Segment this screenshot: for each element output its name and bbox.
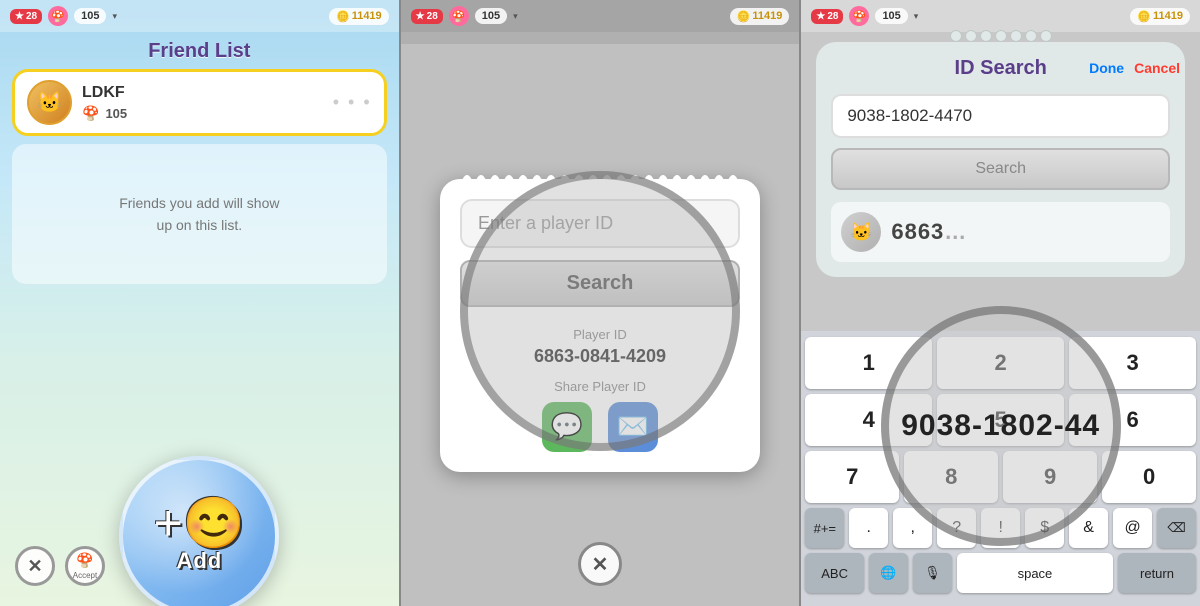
friend-info: LDKF 🍄 105 bbox=[82, 84, 323, 122]
keyboard-row-5: ABC 🌐 🎙 space return bbox=[805, 553, 1196, 593]
id-search-container: ID Search 9038-1802-4470 Search 🐱 6863… bbox=[816, 42, 1185, 277]
key-space[interactable]: space bbox=[957, 553, 1113, 593]
toad-icon-p1: 🍄 bbox=[48, 6, 68, 26]
star-icon-p2: ★ bbox=[416, 11, 425, 22]
top-bar-left-p3: ★ 28 🍄 105 ▾ bbox=[811, 6, 918, 26]
key-symbols[interactable]: #+= bbox=[805, 508, 844, 548]
empty-friends-area: Friends you add will showup on this list… bbox=[12, 144, 387, 284]
key-backspace[interactable]: ⌫ bbox=[1157, 508, 1196, 548]
scallop-dot bbox=[1025, 30, 1037, 42]
id-search-input[interactable]: 9038-1802-4470 bbox=[831, 94, 1170, 138]
coin-icon-p1: 🪙 bbox=[336, 10, 350, 23]
xp-badge-p2: ★ 28 bbox=[411, 9, 443, 24]
add-label: Add bbox=[176, 548, 222, 574]
scallop-dot bbox=[995, 30, 1007, 42]
scallop-dot bbox=[950, 30, 962, 42]
coin-badge-p2: 🪙 11419 bbox=[730, 8, 790, 25]
toad-count-p2: 105 bbox=[475, 8, 507, 24]
close-button-p1[interactable]: ✕ bbox=[15, 546, 55, 586]
top-bar-p2: ★ 28 🍄 105 ▾ 🪙 11419 bbox=[401, 0, 800, 32]
key-globe[interactable]: 🌐 bbox=[869, 553, 908, 593]
scallop-dot bbox=[1010, 30, 1022, 42]
id-search-button[interactable]: Search bbox=[831, 148, 1170, 190]
done-button[interactable]: Done bbox=[1089, 60, 1124, 76]
friend-toad-icon: 🍄 bbox=[82, 105, 99, 122]
scallop-dot bbox=[965, 30, 977, 42]
add-friend-button[interactable]: +😊 Add bbox=[119, 456, 279, 606]
top-bar-left-p1: ★ 28 🍄 105 ▾ bbox=[10, 6, 117, 26]
friend-options-icon[interactable]: • • • bbox=[333, 92, 372, 113]
partial-avatar: 🐱 bbox=[841, 212, 881, 252]
friend-toad-count: 105 bbox=[105, 106, 127, 121]
key-0[interactable]: 0 bbox=[1102, 451, 1196, 503]
cancel-button[interactable]: Cancel bbox=[1134, 60, 1180, 76]
toad-icon-p2: 🍄 bbox=[449, 6, 469, 26]
panel-search-dialog: ★ 28 🍄 105 ▾ 🪙 11419 En bbox=[401, 0, 800, 606]
accept-label: Accept bbox=[73, 571, 97, 580]
empty-friends-text: Friends you add will showup on this list… bbox=[119, 192, 279, 237]
close-x-button-p2[interactable]: ✕ bbox=[578, 542, 622, 586]
id-input-circle: 9038-1802-44 bbox=[881, 306, 1121, 546]
top-bar-left-p2: ★ 28 🍄 105 ▾ bbox=[411, 6, 518, 26]
key-at[interactable]: @ bbox=[1113, 508, 1152, 548]
key-dot[interactable]: . bbox=[849, 508, 888, 548]
friend-card[interactable]: 🐱 LDKF 🍄 105 • • • bbox=[12, 69, 387, 136]
friend-avatar: 🐱 bbox=[27, 80, 72, 125]
scallop-dot bbox=[980, 30, 992, 42]
partial-id-text: 6863… bbox=[891, 219, 967, 245]
accept-icon: 🍄 bbox=[76, 552, 93, 569]
done-cancel-row: Done Cancel bbox=[1089, 60, 1180, 76]
scallop-dot bbox=[1040, 30, 1052, 42]
magnifier-circle bbox=[460, 171, 740, 451]
friend-name: LDKF bbox=[82, 84, 323, 102]
dialog-background: Enter a player ID Search Player ID 6863-… bbox=[401, 44, 800, 606]
panel-id-search: ★ 28 🍄 105 ▾ 🪙 11419 ID Search 90 bbox=[801, 0, 1200, 606]
toad-count-p1: 105 bbox=[74, 8, 106, 24]
friend-stats: 🍄 105 bbox=[82, 105, 323, 122]
key-abc[interactable]: ABC bbox=[805, 553, 864, 593]
xp-badge-p1: ★ 28 bbox=[10, 9, 42, 24]
coin-badge-p1: 🪙 11419 bbox=[329, 8, 389, 25]
top-bar-p1: ★ 28 🍄 105 ▾ 🪙 11419 bbox=[0, 0, 399, 32]
toad-count-p3: 105 bbox=[875, 8, 907, 24]
dropdown-arrow-p2[interactable]: ▾ bbox=[513, 11, 518, 22]
star-icon-p1: ★ bbox=[15, 11, 24, 22]
add-friend-icon: +😊 bbox=[154, 498, 245, 548]
partial-result-row: 🐱 6863… bbox=[831, 202, 1170, 262]
key-mic[interactable]: 🎙 bbox=[913, 553, 952, 593]
toad-icon-p3: 🍄 bbox=[849, 6, 869, 26]
coin-icon-p2: 🪙 bbox=[737, 10, 751, 23]
star-icon-p3: ★ bbox=[816, 11, 825, 22]
xp-badge-p3: ★ 28 bbox=[811, 9, 843, 24]
key-return[interactable]: return bbox=[1118, 553, 1196, 593]
big-id-display: 9038-1802-44 bbox=[901, 409, 1100, 443]
dropdown-arrow-p3[interactable]: ▾ bbox=[914, 11, 919, 22]
id-scallop bbox=[950, 30, 1052, 42]
panel-friend-list: ★ 28 🍄 105 ▾ 🪙 11419 Friend List 🐱 LDKF … bbox=[0, 0, 399, 606]
coin-badge-p3: 🪙 11419 bbox=[1130, 8, 1190, 25]
coin-icon-p3: 🪙 bbox=[1137, 10, 1151, 23]
dropdown-arrow-p1[interactable]: ▾ bbox=[112, 11, 117, 22]
friend-list-title: Friend List bbox=[0, 40, 399, 63]
accept-button[interactable]: 🍄 Accept bbox=[65, 546, 105, 586]
top-bar-p3: ★ 28 🍄 105 ▾ 🪙 11419 bbox=[801, 0, 1200, 32]
